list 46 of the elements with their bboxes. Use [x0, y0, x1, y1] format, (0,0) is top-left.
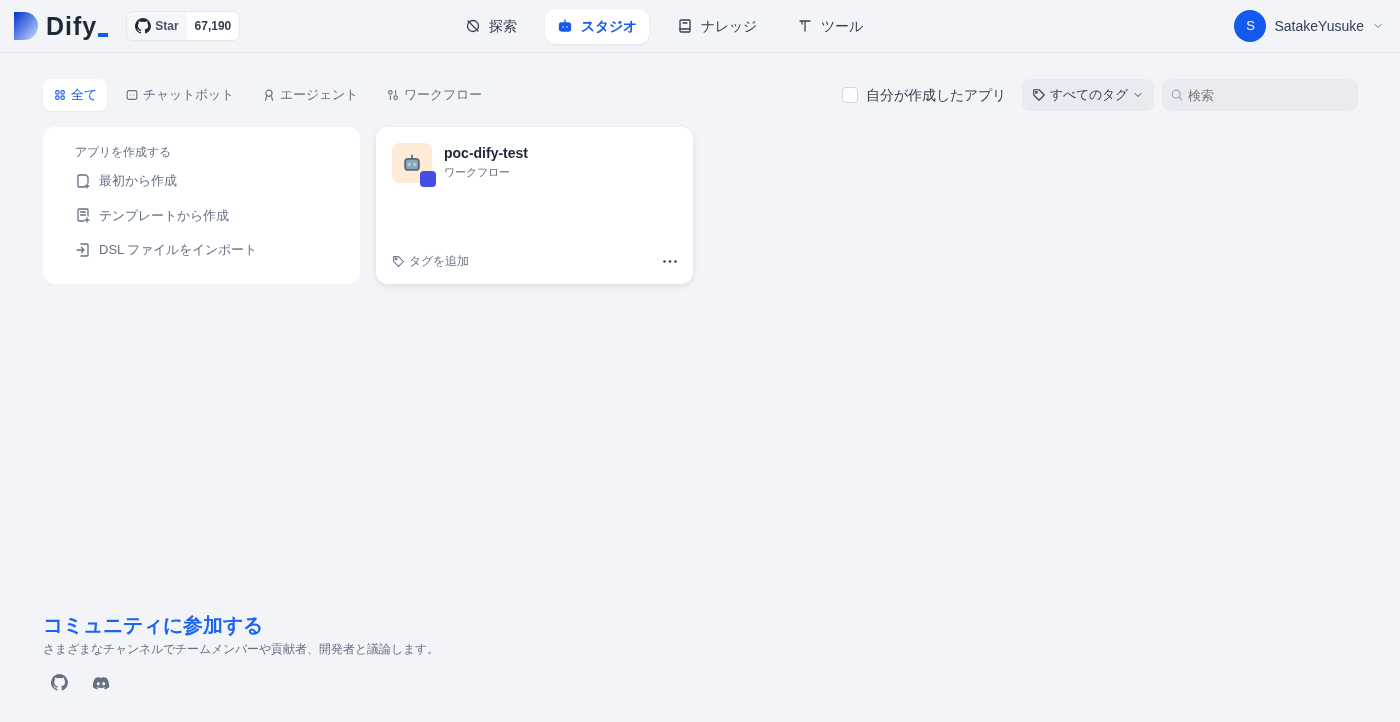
nav-tab[interactable]: スタジオ: [545, 8, 650, 44]
nav-tab[interactable]: ツール: [785, 8, 876, 44]
import-icon: [75, 241, 91, 258]
book-icon: [677, 18, 694, 34]
filter-tab[interactable]: ワークフロー: [376, 79, 492, 111]
robot-icon: [557, 18, 574, 34]
user-avatar[interactable]: S: [1234, 10, 1267, 42]
create-app-title: アプリを作成する: [75, 144, 172, 161]
github-star-button[interactable]: Star 67,190: [126, 11, 241, 41]
workflow-icon: [386, 88, 400, 102]
star-count: 67,190: [186, 12, 240, 40]
tag-icon: [392, 254, 405, 268]
app-name: poc-dify-test: [444, 144, 528, 163]
app-type: ワークフロー: [444, 165, 511, 180]
more-icon[interactable]: [663, 259, 677, 263]
star-label: Star: [155, 18, 179, 35]
checkbox-label: 自分が作成したアプリ: [866, 85, 1006, 105]
user-name[interactable]: SatakeYusuke: [1274, 15, 1364, 37]
nav-tab[interactable]: 探索: [453, 8, 530, 44]
checkbox[interactable]: [842, 87, 858, 103]
nav-tab[interactable]: ナレッジ: [665, 8, 770, 44]
community-title: コミュニティに参加する: [43, 613, 264, 638]
create-option[interactable]: 最初から作成: [75, 165, 177, 197]
github-icon[interactable]: [51, 674, 68, 691]
grid-icon: [53, 88, 67, 102]
tag-icon: [1032, 88, 1046, 102]
github-icon: [135, 18, 152, 34]
chat-icon: [125, 88, 139, 102]
create-option[interactable]: テンプレートから作成: [75, 199, 229, 231]
template-icon: [75, 207, 91, 224]
filter-tab[interactable]: チャットボット: [115, 79, 244, 111]
robot-icon: [401, 152, 423, 174]
app-card[interactable]: poc-dify-test ワークフロー タグを追加: [376, 127, 693, 284]
tag-filter-dropdown[interactable]: すべてのタグ: [1022, 79, 1154, 111]
logo-icon: [14, 12, 38, 40]
add-tag-button[interactable]: タグを追加: [392, 246, 469, 276]
logo-cursor-icon: [98, 33, 109, 37]
logo-text: Dify: [46, 13, 98, 39]
agent-icon: [262, 88, 276, 102]
filter-tab[interactable]: エージェント: [252, 79, 368, 111]
filter-tab[interactable]: 全て: [43, 79, 107, 111]
discord-icon[interactable]: [92, 674, 110, 692]
new-file-icon: [75, 172, 91, 189]
create-option[interactable]: DSL ファイルをインポート: [75, 234, 258, 266]
community-description: さまざまなチャンネルでチームメンバーや貢献者、開発者と議論します。: [43, 641, 440, 658]
search-field[interactable]: 検索: [1162, 79, 1358, 111]
